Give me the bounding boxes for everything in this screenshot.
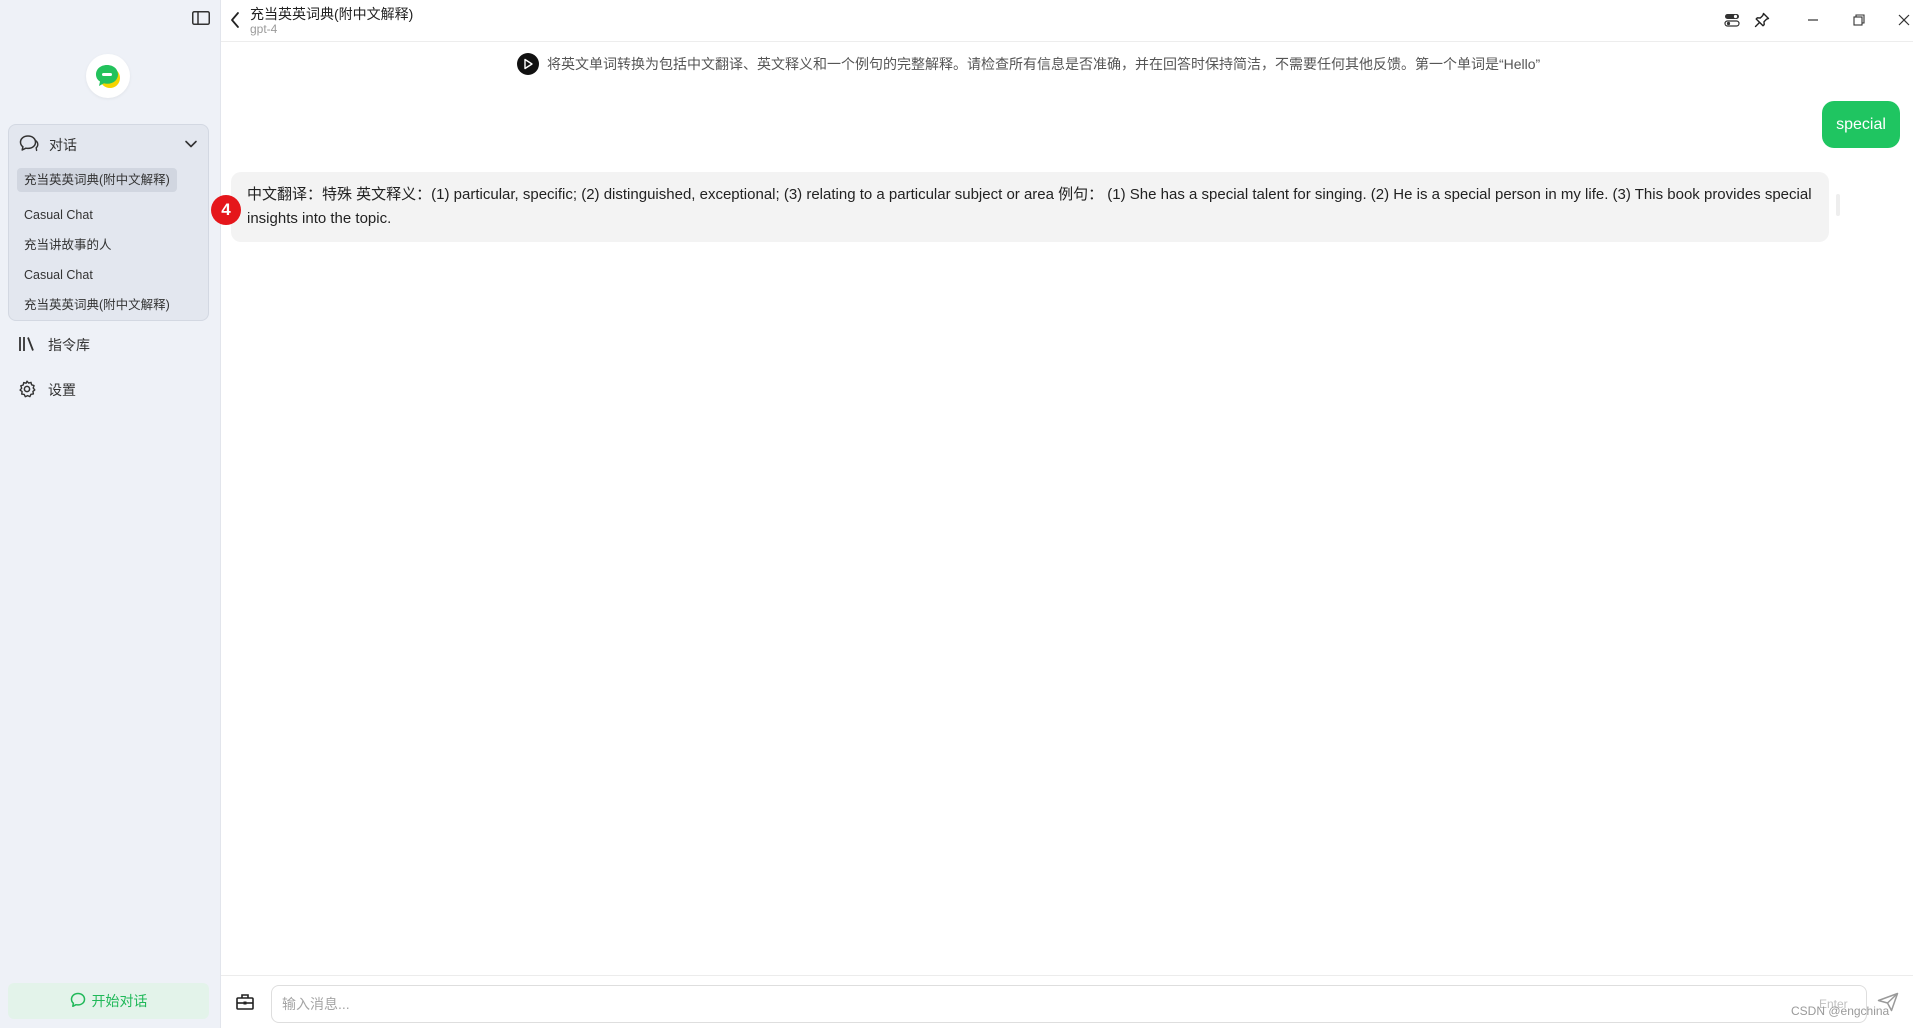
system-prompt-row: 将英文单词转换为包括中文翻译、英文释义和一个例句的完整解释。请检查所有信息是否准… <box>517 52 1540 76</box>
minimize-icon[interactable] <box>1800 8 1826 32</box>
conversation-group-header[interactable]: 对话 <box>9 125 208 165</box>
chat-bubbles-icon <box>19 134 39 157</box>
restore-icon[interactable] <box>1846 8 1872 32</box>
new-chat-button[interactable]: 开始对话 <box>8 983 209 1019</box>
new-chat-label: 开始对话 <box>91 993 148 1009</box>
sidebar-item-settings[interactable]: 设置 <box>18 378 76 402</box>
model-name: gpt-4 <box>250 22 278 36</box>
chevron-down-icon[interactable] <box>184 137 198 156</box>
chat-title: 充当英英词典(附中文解释) <box>250 6 414 22</box>
conversation-group: 对话 充当英英词典(附中文解释) Casual Chat 充当讲故事的人 Cas… <box>8 124 209 321</box>
conversation-list: 充当英英词典(附中文解释) Casual Chat 充当讲故事的人 Casual… <box>17 168 201 323</box>
user-message-bubble: special <box>1822 101 1900 148</box>
message-input[interactable] <box>271 985 1867 1023</box>
theme-toggle-icon[interactable] <box>1719 8 1745 32</box>
sidebar-item-label: 指令库 <box>48 337 90 353</box>
sidebar-item-prompt-library[interactable]: 指令库 <box>18 333 90 357</box>
chat-bubble-icon <box>70 992 86 1011</box>
chat-logo-icon <box>86 54 130 98</box>
annotation-badge: 4 <box>211 195 241 225</box>
close-icon[interactable] <box>1891 8 1913 32</box>
conversation-item[interactable]: Casual Chat <box>17 263 201 287</box>
assistant-avatar-icon <box>517 53 539 75</box>
conversation-item[interactable]: Casual Chat <box>17 203 201 227</box>
reply-side-handle <box>1836 194 1840 216</box>
back-arrow-icon[interactable] <box>229 11 241 34</box>
conversation-item[interactable]: 充当英英词典(附中文解释) <box>17 168 177 192</box>
sidebar-toggle-icon[interactable] <box>190 8 212 28</box>
assistant-reply-bubble: 中文翻译：特殊 英文释义：(1) particular, specific; (… <box>231 172 1829 242</box>
app-window: 对话 充当英英词典(附中文解释) Casual Chat 充当讲故事的人 Cas… <box>0 0 1913 1028</box>
sidebar: 对话 充当英英词典(附中文解释) Casual Chat 充当讲故事的人 Cas… <box>0 0 221 1028</box>
chat-header: 充当英英词典(附中文解释) gpt-4 <box>221 0 1913 42</box>
toolbox-icon[interactable] <box>235 991 255 1016</box>
watermark: CSDN @engchina <box>1791 1004 1890 1018</box>
gear-icon <box>18 380 36 401</box>
message-input-bar: Enter <box>221 975 1913 1028</box>
system-prompt-text: 将英文单词转换为包括中文翻译、英文释义和一个例句的完整解释。请检查所有信息是否准… <box>547 56 1541 72</box>
conversation-item[interactable]: 充当英英词典(附中文解释) <box>17 293 201 317</box>
conversation-item[interactable]: 充当讲故事的人 <box>17 233 201 257</box>
sidebar-item-label: 设置 <box>48 382 76 398</box>
pin-icon[interactable] <box>1749 8 1775 32</box>
conversation-group-label: 对话 <box>49 137 77 153</box>
library-icon <box>18 335 36 356</box>
